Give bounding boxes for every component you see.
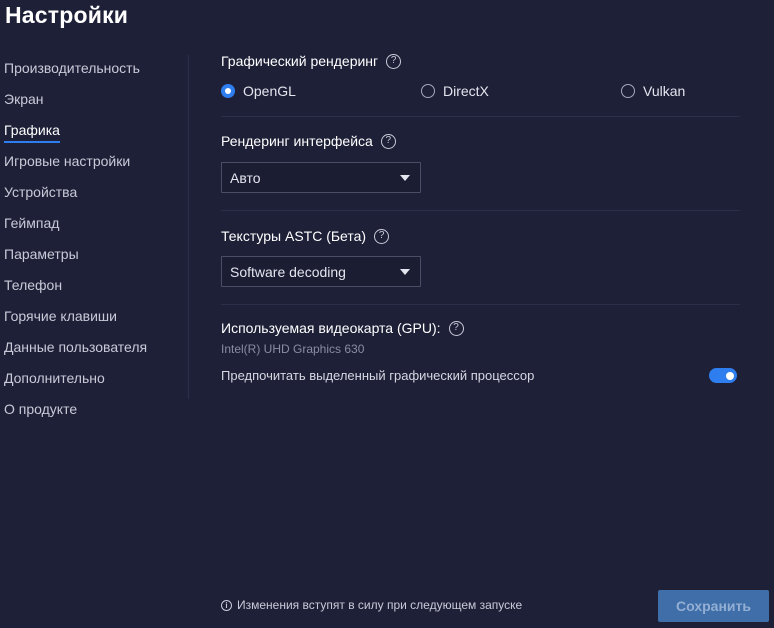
sidebar-item-label: Игровые настройки bbox=[4, 153, 131, 169]
interface-rendering-title: Рендеринг интерфейса bbox=[221, 133, 373, 149]
graphics-rendering-heading: Графический рендеринг ? bbox=[221, 53, 402, 69]
radio-label: OpenGL bbox=[243, 83, 296, 99]
sidebar-item-user-data[interactable]: Данные пользователя bbox=[4, 332, 184, 363]
sidebar-item-about[interactable]: О продукте bbox=[4, 394, 184, 425]
radio-vulkan[interactable]: Vulkan bbox=[621, 83, 685, 99]
sidebar-item-performance[interactable]: Производительность bbox=[4, 53, 184, 84]
interface-rendering-select[interactable]: Авто bbox=[221, 162, 421, 193]
sidebar-item-display[interactable]: Экран bbox=[4, 84, 184, 115]
graphics-rendering-title: Графический рендеринг bbox=[221, 53, 379, 69]
radio-label: DirectX bbox=[443, 83, 489, 99]
section-divider bbox=[221, 210, 740, 211]
help-icon[interactable]: ? bbox=[448, 320, 464, 336]
gpu-name: Intel(R) UHD Graphics 630 bbox=[221, 342, 365, 356]
prefer-dedicated-gpu-toggle[interactable] bbox=[709, 368, 737, 383]
settings-window: Настройки Производительность Экран Графи… bbox=[0, 0, 774, 628]
page-title: Настройки bbox=[5, 2, 129, 28]
restart-note: i Изменения вступят в силу при следующем… bbox=[221, 598, 522, 612]
sidebar-item-advanced[interactable]: Дополнительно bbox=[4, 363, 184, 394]
radio-unchecked-icon bbox=[621, 84, 635, 98]
sidebar-item-label: Горячие клавиши bbox=[4, 308, 117, 324]
sidebar-item-graphics[interactable]: Графика bbox=[4, 115, 184, 146]
gpu-heading: Используемая видеокарта (GPU): ? bbox=[221, 320, 464, 336]
help-icon[interactable]: ? bbox=[386, 53, 402, 69]
sidebar-item-label: Графика bbox=[4, 122, 60, 143]
radio-directx[interactable]: DirectX bbox=[421, 83, 489, 99]
sidebar-item-parameters[interactable]: Параметры bbox=[4, 239, 184, 270]
astc-textures-heading: Текстуры ASTC (Бета) ? bbox=[221, 228, 390, 244]
sidebar-item-label: Производительность bbox=[4, 60, 140, 76]
select-value: Авто bbox=[230, 169, 261, 186]
sidebar-item-label: О продукте bbox=[4, 401, 78, 417]
sidebar-item-label: Параметры bbox=[4, 246, 79, 262]
prefer-dedicated-gpu-label: Предпочитать выделенный графический проц… bbox=[221, 368, 535, 383]
help-icon[interactable]: ? bbox=[380, 133, 396, 149]
section-divider bbox=[221, 116, 740, 117]
info-icon: i bbox=[221, 599, 232, 611]
select-value: Software decoding bbox=[230, 263, 346, 280]
sidebar-item-devices[interactable]: Устройства bbox=[4, 177, 184, 208]
radio-unchecked-icon bbox=[421, 84, 435, 98]
chevron-down-icon bbox=[400, 174, 410, 181]
sidebar-item-label: Устройства bbox=[4, 184, 78, 200]
sidebar-item-label: Дополнительно bbox=[4, 370, 105, 386]
astc-textures-select[interactable]: Software decoding bbox=[221, 256, 421, 287]
sidebar-item-label: Телефон bbox=[4, 277, 63, 293]
radio-opengl[interactable]: OpenGL bbox=[221, 83, 296, 99]
sidebar-divider bbox=[188, 55, 189, 399]
sidebar-item-game-settings[interactable]: Игровые настройки bbox=[4, 146, 184, 177]
astc-textures-title: Текстуры ASTC (Бета) bbox=[221, 228, 367, 244]
save-button[interactable]: Сохранить bbox=[658, 590, 769, 622]
toggle-knob bbox=[726, 371, 734, 380]
sidebar-item-label: Данные пользователя bbox=[4, 339, 148, 355]
sidebar-item-label: Экран bbox=[4, 91, 44, 107]
sidebar-item-gamepad[interactable]: Геймпад bbox=[4, 208, 184, 239]
radio-checked-icon bbox=[221, 84, 235, 98]
sidebar-item-label: Геймпад bbox=[4, 215, 60, 231]
help-icon[interactable]: ? bbox=[374, 228, 390, 244]
interface-rendering-heading: Рендеринг интерфейса ? bbox=[221, 133, 396, 149]
chevron-down-icon bbox=[400, 268, 410, 275]
sidebar-nav: Производительность Экран Графика Игровые… bbox=[4, 53, 184, 425]
sidebar-item-hotkeys[interactable]: Горячие клавиши bbox=[4, 301, 184, 332]
sidebar-item-phone[interactable]: Телефон bbox=[4, 270, 184, 301]
section-divider bbox=[221, 304, 740, 305]
radio-label: Vulkan bbox=[643, 83, 686, 99]
rendering-radio-group: OpenGL DirectX Vulkan bbox=[221, 83, 740, 101]
gpu-title: Используемая видеокарта (GPU): bbox=[221, 320, 441, 336]
restart-note-text: Изменения вступят в силу при следующем з… bbox=[237, 598, 523, 612]
